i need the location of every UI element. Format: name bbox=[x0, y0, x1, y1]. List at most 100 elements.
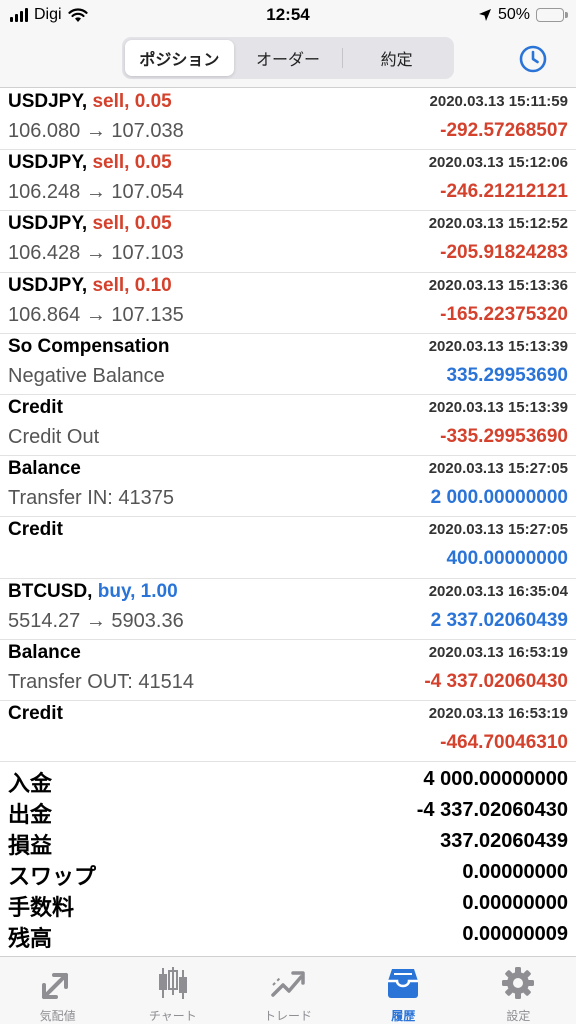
summary-label: 入金 bbox=[8, 771, 53, 796]
summary-row: 残高 0.00000009 bbox=[0, 921, 576, 952]
summary-section: 入金 4 000.00000000 出金 -4 337.02060430 損益 337.0… bbox=[0, 766, 576, 952]
history-row[interactable]: Balance 2020.03.13 15:27:05 Transfer IN: 4… bbox=[0, 456, 576, 518]
row-side: sell, 0.05 bbox=[92, 91, 172, 112]
row-side: buy, 1.00 bbox=[97, 580, 178, 602]
row-time: 2020.03.13 16:35:04 bbox=[428, 582, 568, 600]
tab-history[interactable]: 履歴 bbox=[346, 957, 461, 1024]
summary-value: -4 337.02060430 bbox=[416, 799, 568, 821]
row-time: 2020.03.13 15:27:05 bbox=[428, 460, 568, 478]
row-detail: 5514.27 → 5903.36 bbox=[8, 609, 184, 632]
battery-percent: 50% bbox=[497, 6, 530, 23]
row-side: sell, 0.05 bbox=[92, 152, 172, 174]
row-title: Credit bbox=[8, 703, 63, 725]
segment-deals[interactable]: 約定 bbox=[342, 40, 451, 76]
row-title: Balance bbox=[8, 642, 81, 664]
row-amount: -464.70046310 bbox=[440, 731, 568, 753]
tab-settings[interactable]: 設定 bbox=[461, 957, 576, 1024]
status-bar: Digi 12:54 50% bbox=[0, 0, 576, 32]
row-time: 2020.03.13 15:11:59 bbox=[429, 93, 568, 110]
row-detail: Transfer OUT: 41514 bbox=[8, 670, 195, 693]
summary-value: 0.00000009 bbox=[462, 923, 568, 945]
row-amount: -246.21212121 bbox=[440, 181, 568, 203]
row-detail: 106.248 → 107.054 bbox=[8, 181, 184, 204]
row-symbol: Credit bbox=[8, 396, 63, 418]
summary-label: 残高 bbox=[8, 926, 53, 951]
tab-trade[interactable]: トレード bbox=[230, 957, 345, 1024]
row-symbol: Credit bbox=[8, 519, 63, 541]
summary-value: 337.02060439 bbox=[440, 830, 568, 852]
row-time: 2020.03.13 16:53:19 bbox=[428, 704, 568, 722]
row-symbol: USDJPY, bbox=[8, 91, 88, 112]
row-title: Credit bbox=[8, 519, 63, 541]
row-time: 2020.03.13 16:53:19 bbox=[428, 643, 568, 661]
tab-label-chart: チャート bbox=[148, 1009, 197, 1023]
summary-value: 0.00000000 bbox=[462, 861, 568, 883]
tab-label-trade: トレード bbox=[264, 1009, 313, 1023]
row-amount: 335.29953690 bbox=[446, 364, 568, 386]
history-row[interactable]: USDJPY, sell, 0.05 2020.03.13 15:12:52 106… bbox=[0, 211, 576, 273]
clock-icon[interactable] bbox=[518, 44, 548, 74]
location-arrow-icon bbox=[478, 9, 491, 21]
history-row[interactable]: Credit 2020.03.13 16:53:19 -464.70046310 bbox=[0, 701, 576, 763]
settings-icon bbox=[502, 967, 535, 999]
tab-bar: 気配値 チャート トレード 履歴 設定 bbox=[0, 956, 576, 1024]
row-amount: 2 337.02060439 bbox=[430, 609, 568, 631]
segment-orders[interactable]: オーダー bbox=[234, 40, 343, 76]
row-detail: Transfer IN: 41375 bbox=[8, 487, 175, 510]
row-amount: -335.29953690 bbox=[440, 425, 568, 447]
row-title: BTCUSD, buy, 1.00 bbox=[8, 581, 178, 603]
row-title: USDJPY, sell, 0.05 bbox=[8, 91, 172, 113]
row-title: Credit bbox=[8, 397, 63, 419]
summary-row: 入金 4 000.00000000 bbox=[0, 766, 576, 797]
history-row[interactable]: BTCUSD, buy, 1.00 2020.03.13 16:35:04 5514… bbox=[0, 579, 576, 640]
row-detail: 106.428 → 107.103 bbox=[8, 242, 184, 265]
history-row[interactable]: USDJPY, sell, 0.05 2020.03.13 15:12:06 106… bbox=[0, 150, 576, 212]
row-title: USDJPY, sell, 0.05 bbox=[8, 152, 172, 174]
battery-icon bbox=[536, 8, 568, 22]
row-time: 2020.03.13 15:12:06 bbox=[428, 154, 568, 172]
summary-label: 手数料 bbox=[8, 895, 75, 920]
history-row[interactable]: USDJPY, sell, 0.10 2020.03.13 15:13:36 106… bbox=[0, 273, 576, 334]
row-time: 2020.03.13 15:13:39 bbox=[428, 337, 568, 355]
quotes-icon bbox=[41, 973, 68, 999]
summary-label: スワップ bbox=[8, 864, 97, 889]
row-title: Balance bbox=[8, 458, 81, 480]
row-amount: 400.00000000 bbox=[446, 548, 568, 570]
row-amount: -292.57268507 bbox=[440, 120, 568, 141]
row-time: 2020.03.13 15:12:52 bbox=[428, 215, 568, 233]
tab-label-settings: 設定 bbox=[506, 1009, 531, 1023]
tab-label-history: 履歴 bbox=[391, 1009, 416, 1023]
nav-bar: ポジション オーダー 約定 bbox=[0, 32, 576, 88]
row-detail: 106.080 → 107.038 bbox=[8, 120, 184, 142]
row-amount: -4 337.02060430 bbox=[424, 670, 568, 692]
history-list: USDJPY, sell, 0.05 2020.03.13 15:11:59 106… bbox=[0, 89, 576, 763]
history-icon bbox=[388, 969, 419, 998]
row-amount: -165.22375320 bbox=[440, 303, 568, 325]
history-row[interactable]: USDJPY, sell, 0.05 2020.03.13 15:11:59 106… bbox=[0, 89, 576, 151]
row-symbol: Credit bbox=[8, 702, 63, 724]
summary-row: 出金 -4 337.02060430 bbox=[0, 797, 576, 828]
row-time: 2020.03.13 15:13:39 bbox=[428, 398, 568, 416]
segment-positions[interactable]: ポジション bbox=[125, 40, 234, 76]
row-title: USDJPY, sell, 0.05 bbox=[8, 213, 172, 235]
row-title: So Compensation bbox=[8, 336, 170, 358]
row-detail: Credit Out bbox=[8, 425, 100, 448]
tab-quotes[interactable]: 気配値 bbox=[0, 957, 115, 1024]
row-symbol: USDJPY, bbox=[8, 213, 88, 235]
row-detail: Negative Balance bbox=[8, 364, 165, 387]
trade-icon bbox=[271, 971, 305, 997]
history-row[interactable]: Credit 2020.03.13 15:27:05 400.00000000 bbox=[0, 517, 576, 579]
history-row[interactable]: So Compensation 2020.03.13 15:13:39 Negati… bbox=[0, 334, 576, 395]
chart-icon bbox=[158, 967, 187, 999]
summary-label: 損益 bbox=[8, 833, 53, 858]
history-row[interactable]: Credit 2020.03.13 15:13:39 Credit Out -335.… bbox=[0, 395, 576, 457]
tab-label-quotes: 気配値 bbox=[39, 1009, 76, 1023]
summary-row: 手数料 0.00000000 bbox=[0, 890, 576, 921]
row-symbol: Balance bbox=[8, 641, 81, 663]
row-symbol: USDJPY, bbox=[8, 274, 88, 296]
tab-chart[interactable]: チャート bbox=[115, 957, 230, 1024]
summary-row: スワップ 0.00000000 bbox=[0, 859, 576, 890]
history-row[interactable]: Balance 2020.03.13 16:53:19 Transfer OUT: … bbox=[0, 640, 576, 701]
row-detail: 106.864 → 107.135 bbox=[8, 303, 184, 326]
summary-label: 出金 bbox=[8, 802, 53, 827]
